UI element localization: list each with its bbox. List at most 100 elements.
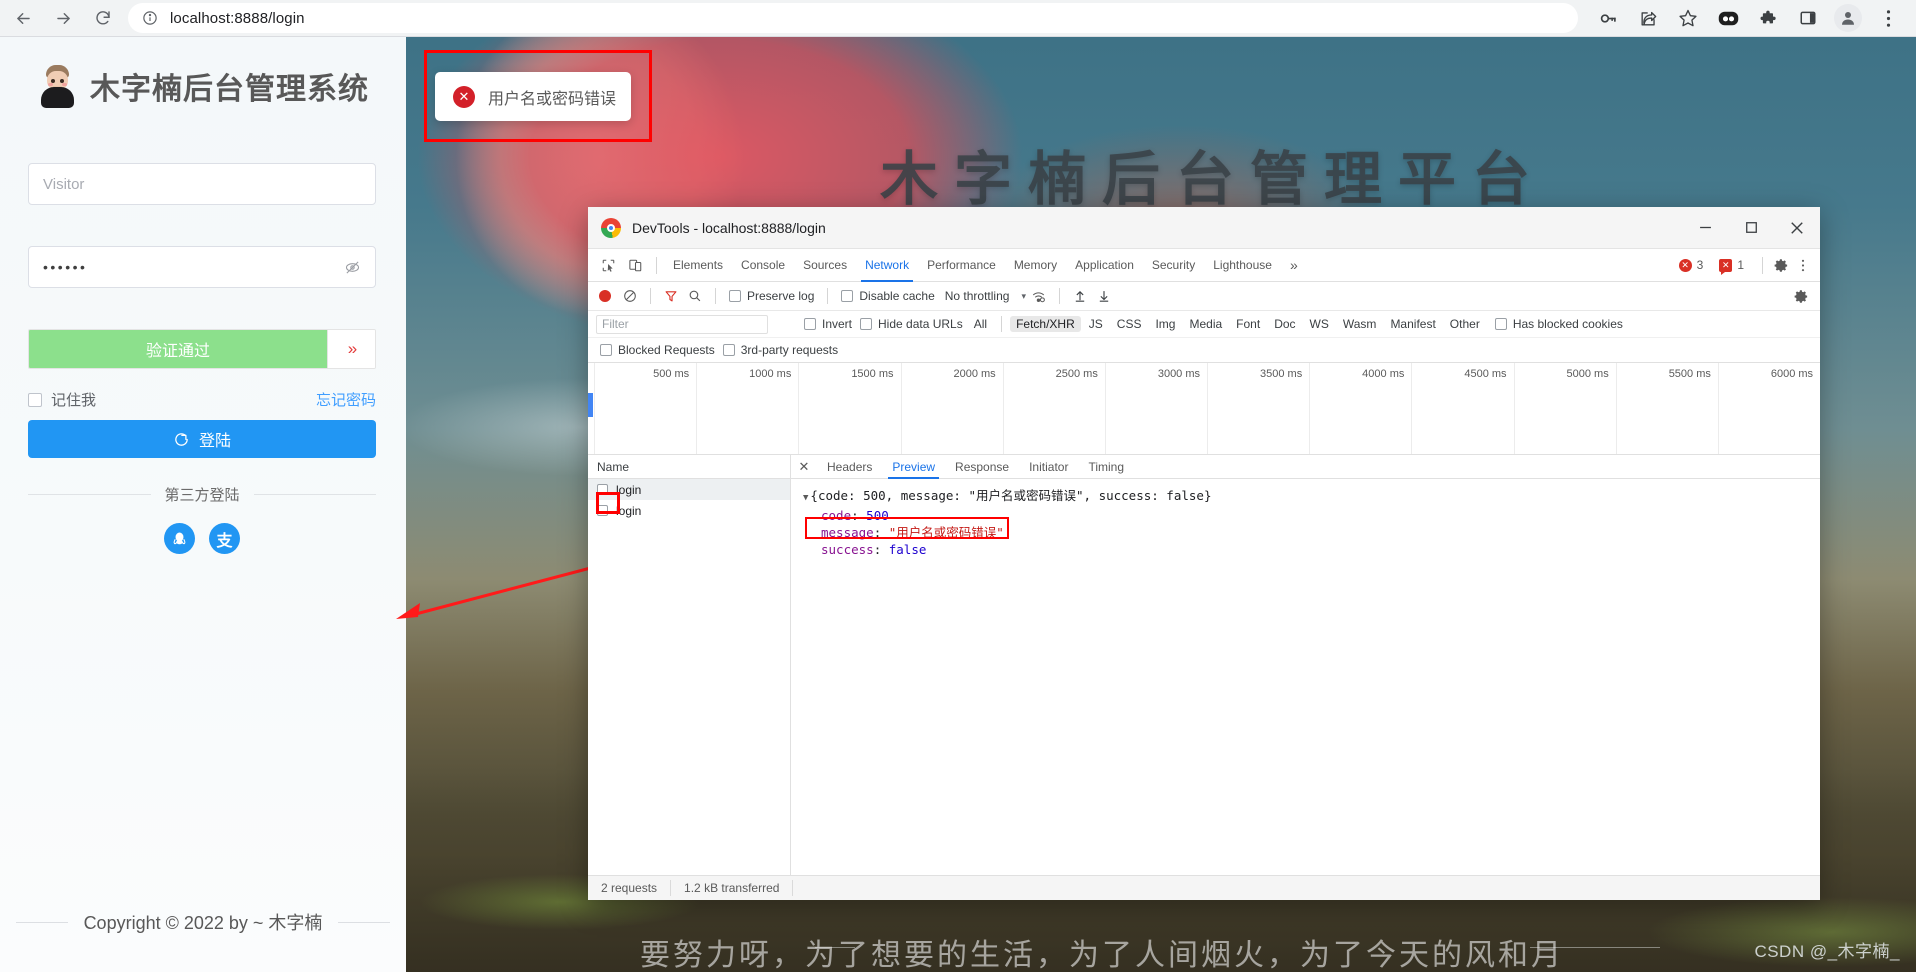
more-tabs-chevron-icon[interactable]: »	[1281, 257, 1307, 273]
close-icon[interactable]: ✕	[791, 459, 817, 475]
request-name: login	[616, 503, 642, 518]
checkbox-box	[600, 344, 612, 356]
inspect-element-icon[interactable]	[595, 252, 622, 279]
slider-captcha[interactable]: 验证通过 »	[28, 329, 376, 369]
username-placeholder: Visitor	[43, 175, 85, 193]
request-checkbox[interactable]	[597, 505, 608, 516]
error-circle-icon: ✕	[453, 85, 475, 108]
tab-console[interactable]: Console	[732, 249, 794, 282]
tab-elements[interactable]: Elements	[664, 249, 732, 282]
network-toolbar: Preserve log Disable cache No throttling…	[588, 282, 1820, 311]
filter-type-doc[interactable]: Doc	[1268, 316, 1301, 332]
username-input[interactable]: Visitor	[28, 163, 376, 205]
has-blocked-cookies-checkbox[interactable]: Has blocked cookies	[1494, 317, 1623, 331]
table-row[interactable]: login	[588, 500, 790, 521]
reload-button[interactable]	[86, 1, 120, 35]
detail-tab-response[interactable]: Response	[945, 455, 1019, 479]
qq-login-icon[interactable]	[164, 523, 195, 554]
tab-memory[interactable]: Memory	[1005, 249, 1066, 282]
address-bar[interactable]: localhost:8888/login	[128, 3, 1578, 33]
extension-dark-icon[interactable]	[1712, 2, 1744, 34]
filter-type-manifest[interactable]: Manifest	[1384, 316, 1441, 332]
tab-performance[interactable]: Performance	[918, 249, 1005, 282]
filter-type-wasm[interactable]: Wasm	[1337, 316, 1383, 332]
clear-no-entry-icon[interactable]	[619, 285, 641, 307]
page-slogan: 要努力呀，为了想要的生活，为了人间烟火，为了今天的风和月	[640, 939, 1564, 972]
search-icon[interactable]	[684, 285, 706, 307]
puzzle-extensions-icon[interactable]	[1752, 2, 1784, 34]
close-button[interactable]	[1774, 207, 1820, 249]
browser-toolbar-icons	[1588, 2, 1916, 34]
request-detail-pane: ✕ Headers Preview Response Initiator Tim…	[791, 455, 1820, 875]
filter-type-js[interactable]: JS	[1083, 316, 1109, 332]
error-count-badge[interactable]: ✕ 3	[1674, 256, 1711, 274]
bookmark-star-icon[interactable]	[1672, 2, 1704, 34]
alipay-login-icon: 支	[209, 523, 240, 554]
back-button[interactable]	[6, 1, 40, 35]
tab-security[interactable]: Security	[1143, 249, 1204, 282]
funnel-filter-icon[interactable]	[660, 285, 682, 307]
detail-tab-initiator[interactable]: Initiator	[1019, 455, 1078, 479]
export-har-icon[interactable]	[1093, 285, 1115, 307]
tab-network[interactable]: Network	[856, 249, 918, 282]
tab-application[interactable]: Application	[1066, 249, 1143, 282]
preview-summary-line[interactable]: ▼ {code: 500, message: "用户名或密码错误", succes…	[803, 487, 1820, 507]
profile-avatar-icon[interactable]	[1834, 4, 1862, 32]
blocked-requests-checkbox[interactable]: Blocked Requests	[600, 343, 715, 357]
filter-type-all[interactable]: All	[968, 316, 993, 332]
alipay-glyph[interactable]: 支	[216, 527, 232, 551]
hide-data-urls-label: Hide data URLs	[878, 317, 963, 331]
expand-triangle-icon[interactable]: ▼	[803, 493, 808, 503]
disable-cache-checkbox[interactable]: Disable cache	[841, 289, 935, 303]
transferred-size: 1.2 kB transferred	[671, 880, 794, 896]
filter-type-fetch-xhr[interactable]: Fetch/XHR	[1010, 316, 1081, 332]
eye-off-icon[interactable]	[344, 259, 361, 276]
record-red-dot-icon[interactable]	[599, 290, 611, 302]
remember-me-checkbox[interactable]: 记住我	[28, 389, 96, 410]
invert-checkbox[interactable]: Invert	[804, 317, 852, 331]
login-button[interactable]: 登陆	[28, 420, 376, 458]
filter-type-media[interactable]: Media	[1183, 316, 1228, 332]
request-checkbox[interactable]	[597, 484, 608, 495]
gear-icon[interactable]	[1770, 254, 1792, 276]
network-overview-timeline[interactable]: 500 ms 1000 ms 1500 ms 2000 ms 2500 ms 3…	[588, 363, 1820, 455]
detail-tab-preview[interactable]: Preview	[882, 455, 945, 479]
minimize-button[interactable]	[1682, 207, 1728, 249]
filter-type-img[interactable]: Img	[1149, 316, 1181, 332]
chrome-menu-icon[interactable]	[1872, 2, 1904, 34]
table-row[interactable]: login	[588, 479, 790, 500]
warning-count-badge[interactable]: ✕ 1	[1714, 256, 1751, 275]
hide-data-urls-checkbox[interactable]: Hide data URLs	[860, 317, 963, 331]
import-har-icon[interactable]	[1069, 285, 1091, 307]
copyright-text: Copyright © 2022 by ~ 木字楠	[83, 913, 323, 933]
copyright-footer: Copyright © 2022 by ~ 木字楠	[0, 909, 406, 935]
third-party-requests-checkbox[interactable]: 3rd-party requests	[722, 343, 838, 357]
maximize-button[interactable]	[1728, 207, 1774, 249]
device-toolbar-icon[interactable]	[622, 252, 649, 279]
network-conditions-icon[interactable]	[1028, 285, 1050, 307]
key-icon[interactable]	[1592, 2, 1624, 34]
detail-tab-headers[interactable]: Headers	[817, 455, 882, 479]
tab-sources[interactable]: Sources	[794, 249, 856, 282]
network-settings-gear-icon[interactable]	[1790, 285, 1812, 307]
filter-type-css[interactable]: CSS	[1111, 316, 1148, 332]
filter-type-other[interactable]: Other	[1444, 316, 1486, 332]
detail-tab-timing[interactable]: Timing	[1078, 455, 1134, 479]
password-input[interactable]: ••••••	[28, 246, 376, 288]
side-panel-icon[interactable]	[1792, 2, 1824, 34]
share-icon[interactable]	[1632, 2, 1664, 34]
site-info-icon[interactable]	[142, 10, 158, 26]
filter-type-ws[interactable]: WS	[1304, 316, 1335, 332]
captcha-slider-handle[interactable]: »	[327, 330, 375, 368]
throttling-select[interactable]: No throttling ▾	[945, 289, 1026, 303]
forward-button[interactable]	[46, 1, 80, 35]
blocked-requests-label: Blocked Requests	[618, 343, 715, 357]
tab-lighthouse[interactable]: Lighthouse	[1204, 249, 1281, 282]
network-filter-bar: Filter Invert Hide data URLs All Fetch/X…	[588, 311, 1820, 338]
forgot-password-link[interactable]: 忘记密码	[316, 389, 376, 410]
preserve-log-checkbox[interactable]: Preserve log	[729, 289, 814, 303]
filter-input[interactable]: Filter	[596, 314, 768, 334]
filter-type-font[interactable]: Font	[1230, 316, 1266, 332]
more-vertical-icon[interactable]	[1792, 254, 1814, 276]
disable-cache-label: Disable cache	[859, 289, 935, 303]
